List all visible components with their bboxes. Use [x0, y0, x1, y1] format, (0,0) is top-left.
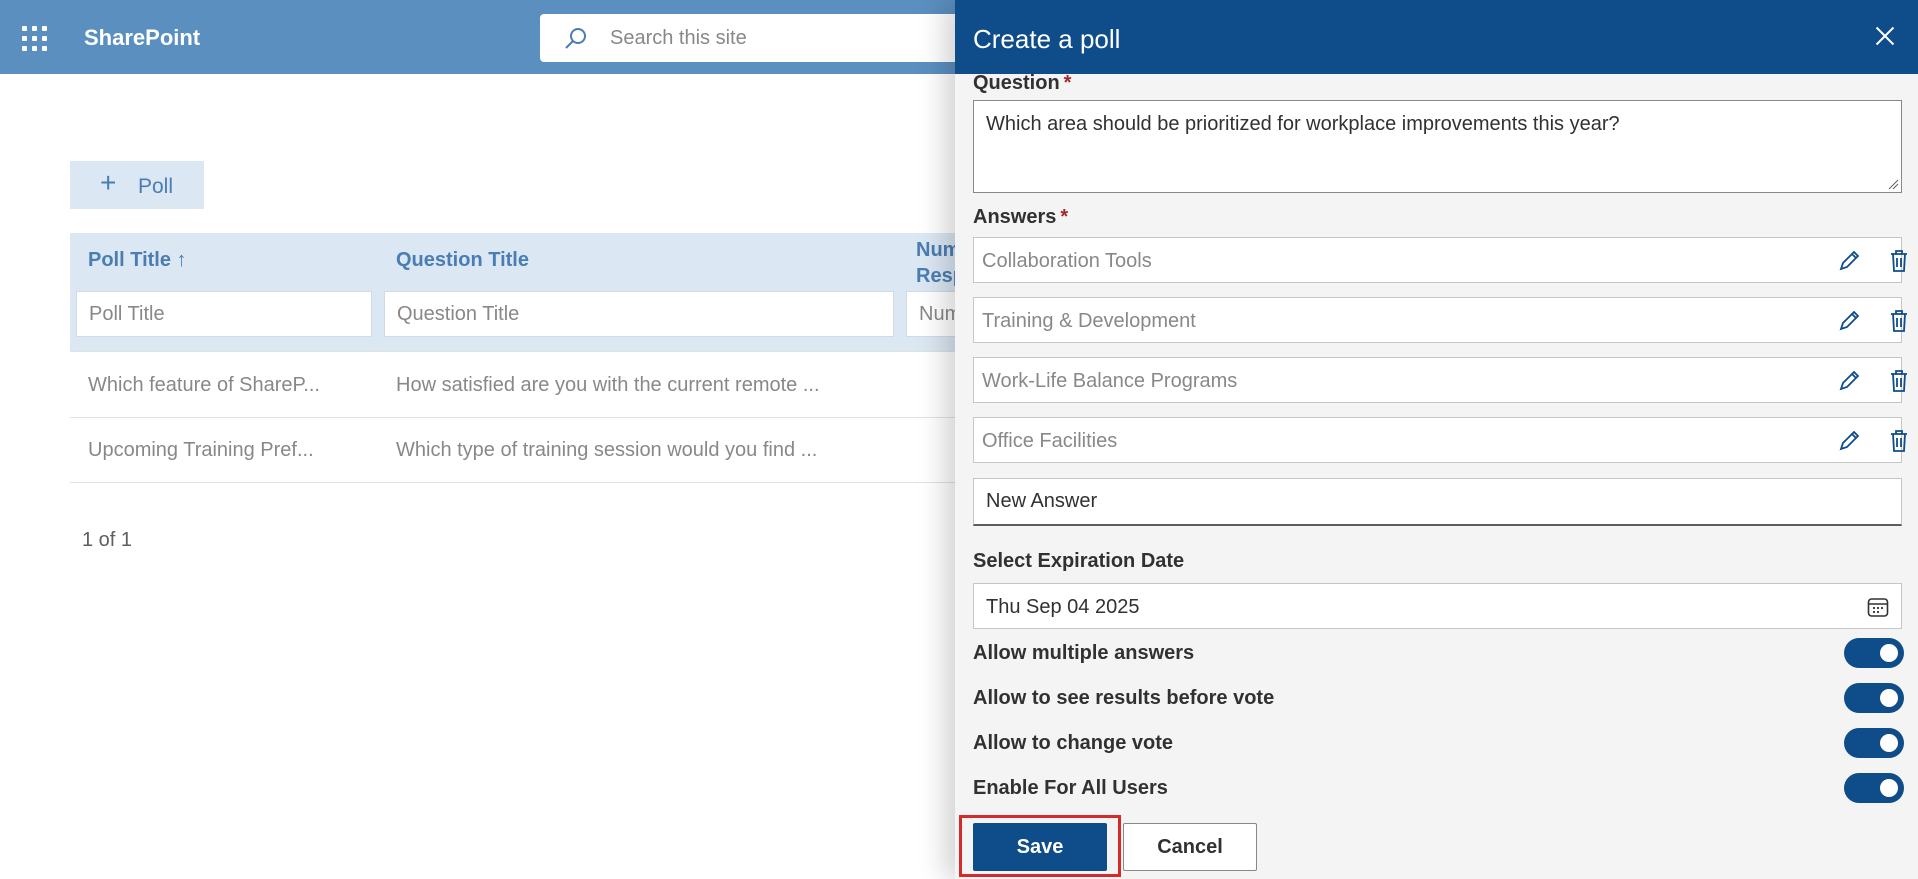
- panel-title: Create a poll: [973, 24, 1121, 54]
- plus-icon: +: [100, 167, 117, 198]
- pencil-icon[interactable]: [1836, 248, 1862, 274]
- trash-icon[interactable]: [1886, 248, 1912, 274]
- question-field[interactable]: Which area should be prioritized for wor…: [973, 100, 1902, 193]
- grid-header: Poll Title ↑ Question Title Num Resp: [70, 233, 986, 351]
- close-icon[interactable]: [1871, 22, 1899, 50]
- search-box[interactable]: [540, 14, 1000, 62]
- toggle-see-results[interactable]: [1844, 683, 1904, 713]
- answer-text: Training & Development: [982, 310, 1196, 332]
- toggle-label-all-users: Enable For All Users: [973, 777, 1168, 799]
- pencil-icon[interactable]: [1836, 428, 1862, 454]
- divider: [70, 482, 970, 483]
- pager-text: 1 of 1: [82, 529, 133, 551]
- divider: [70, 351, 970, 352]
- add-poll-button[interactable]: + Poll: [70, 161, 204, 209]
- expiration-label: Select Expiration Date: [973, 550, 1185, 572]
- toggle-label-see-results: Allow to see results before vote: [973, 687, 1275, 709]
- save-button[interactable]: Save: [973, 823, 1107, 871]
- create-poll-panel: Create a poll Question * Which area shoul…: [955, 0, 1918, 879]
- expiration-date-value: Thu Sep 04 2025: [986, 596, 1140, 618]
- pencil-icon[interactable]: [1836, 308, 1862, 334]
- answer-item: Training & Development: [973, 297, 1907, 343]
- filter-poll-title[interactable]: [76, 291, 372, 337]
- new-answer-input[interactable]: [973, 478, 1902, 526]
- resize-grip-icon[interactable]: [1887, 178, 1899, 190]
- trash-icon[interactable]: [1886, 308, 1912, 334]
- trash-icon[interactable]: [1886, 428, 1912, 454]
- filter-question-title[interactable]: [384, 291, 894, 337]
- pencil-icon[interactable]: [1836, 368, 1862, 394]
- toggle-label-change-vote: Allow to change vote: [973, 732, 1174, 754]
- cancel-button[interactable]: Cancel: [1123, 823, 1257, 871]
- table-cell[interactable]: How satisfied are you with the current r…: [396, 374, 820, 397]
- toggle-multiple-answers[interactable]: [1844, 638, 1904, 668]
- answer-text: Work-Life Balance Programs: [982, 370, 1238, 392]
- toggle-all-users[interactable]: [1844, 773, 1904, 803]
- search-icon: [565, 28, 586, 49]
- table-cell[interactable]: Upcoming Training Pref...: [88, 439, 314, 462]
- question-label: Question *: [973, 72, 1072, 94]
- table-cell[interactable]: Which type of training session would you…: [396, 439, 817, 462]
- table-cell[interactable]: Which feature of ShareP...: [88, 374, 320, 397]
- answer-item: Office Facilities: [973, 417, 1907, 463]
- divider: [70, 417, 970, 418]
- answer-item: Work-Life Balance Programs: [973, 357, 1907, 403]
- toggle-change-vote[interactable]: [1844, 728, 1904, 758]
- app-launcher-icon[interactable]: [22, 26, 48, 52]
- add-poll-label: Poll: [138, 175, 174, 198]
- answer-text: Collaboration Tools: [982, 250, 1152, 272]
- panel-header: Create a poll: [955, 0, 1918, 74]
- page-root: SharePoint + Poll Poll Title ↑ Question …: [0, 0, 1918, 879]
- expiration-date-field[interactable]: Thu Sep 04 2025: [973, 583, 1902, 629]
- column-header-question-title[interactable]: Question Title: [396, 249, 529, 272]
- search-input[interactable]: [610, 14, 990, 62]
- trash-icon[interactable]: [1886, 368, 1912, 394]
- answers-label: Answers *: [973, 206, 1069, 228]
- answer-text: Office Facilities: [982, 430, 1118, 452]
- answer-item: Collaboration Tools: [973, 237, 1907, 283]
- toggle-label-multiple-answers: Allow multiple answers: [973, 642, 1195, 664]
- column-header-poll-title[interactable]: Poll Title ↑: [88, 249, 187, 272]
- app-name[interactable]: SharePoint: [84, 25, 200, 51]
- calendar-icon[interactable]: [1867, 596, 1889, 618]
